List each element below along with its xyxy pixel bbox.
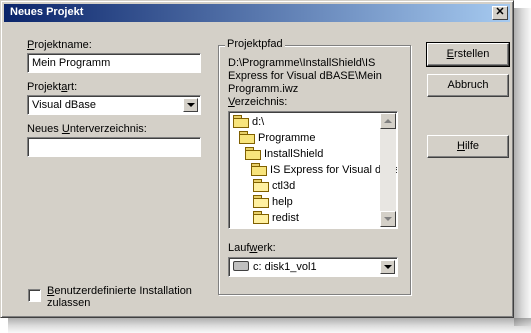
title-bar[interactable]: Neues Projekt ✕ <box>4 4 510 22</box>
project-name-input[interactable]: Mein Programm <box>27 53 201 73</box>
tree-item-label: ctl3d <box>272 180 296 192</box>
folder-icon <box>253 195 269 208</box>
tree-item-label: InstallShield <box>264 148 324 160</box>
tree-item-ctl3d[interactable]: ctl3d <box>253 178 295 194</box>
tree-item-is-express[interactable]: IS Express for Visual dBase <box>251 162 398 178</box>
tree-item-programme[interactable]: Programme <box>239 130 315 146</box>
drive-select[interactable]: c: disk1_vol1 <box>228 257 398 277</box>
custom-install-checkbox[interactable] <box>28 289 41 302</box>
project-name-value: Mein Programm <box>32 57 111 69</box>
drive-label: Laufwerk: <box>228 242 276 254</box>
custom-install-label: Benutzerdefinierte Installation zulassen <box>47 285 192 309</box>
folder-open-icon <box>233 115 249 128</box>
tree-item-installshield[interactable]: InstallShield <box>245 146 323 162</box>
chevron-down-icon[interactable] <box>183 98 198 112</box>
chevron-down-icon[interactable] <box>380 260 395 274</box>
drive-value: c: disk1_vol1 <box>253 261 317 273</box>
directory-label: Verzeichnis: <box>228 96 288 108</box>
folder-open-icon <box>239 131 255 144</box>
project-type-value: Visual dBase <box>32 99 97 111</box>
tree-item-redist[interactable]: redist <box>253 210 299 226</box>
tree-scrollbar[interactable] <box>380 113 396 227</box>
help-button[interactable]: Hilfe <box>427 135 509 158</box>
project-path-line-3: Programm.iwz <box>228 83 299 95</box>
close-icon[interactable]: ✕ <box>492 6 508 20</box>
project-path-line-1: D:\Programme\InstallShield\IS <box>228 57 376 69</box>
window-shadow-bottom <box>8 318 531 333</box>
cancel-button[interactable]: Abbruch <box>427 74 509 97</box>
folder-icon <box>253 211 269 224</box>
create-button[interactable]: Erstellen <box>426 42 510 67</box>
project-type-select[interactable]: Visual dBase <box>27 95 201 115</box>
tree-item-label: IS Express for Visual dBase <box>270 164 398 176</box>
new-project-dialog: Neues Projekt ✕ Projektname: Mein Progra… <box>0 0 514 318</box>
subdir-input[interactable] <box>27 137 201 157</box>
tree-item-label: Programme <box>258 132 316 144</box>
folder-open-icon <box>251 163 267 176</box>
folder-icon <box>253 179 269 192</box>
tree-item-help[interactable]: help <box>253 194 293 210</box>
project-type-label: Projektart: <box>27 81 78 93</box>
folder-open-icon <box>245 147 261 160</box>
directory-tree[interactable]: d:\ Programme InstallShield IS Express f… <box>228 111 398 229</box>
scroll-down-icon[interactable] <box>380 211 396 227</box>
tree-item-drive[interactable]: d:\ <box>233 114 264 130</box>
tree-item-label: help <box>272 196 293 208</box>
project-path-line-2: Express for Visual dBASE\Mein <box>228 70 382 82</box>
window-title: Neues Projekt <box>10 6 84 18</box>
scroll-up-icon[interactable] <box>380 113 396 129</box>
project-path-title: Projektpfad <box>225 38 285 50</box>
window-shadow-right <box>514 8 531 326</box>
tree-item-label: d:\ <box>252 116 265 128</box>
tree-item-label: redist <box>272 212 299 224</box>
project-name-label: Projektname: <box>27 39 92 51</box>
subdir-label: Neues Unterverzeichnis: <box>27 123 147 135</box>
drive-icon <box>233 261 249 271</box>
